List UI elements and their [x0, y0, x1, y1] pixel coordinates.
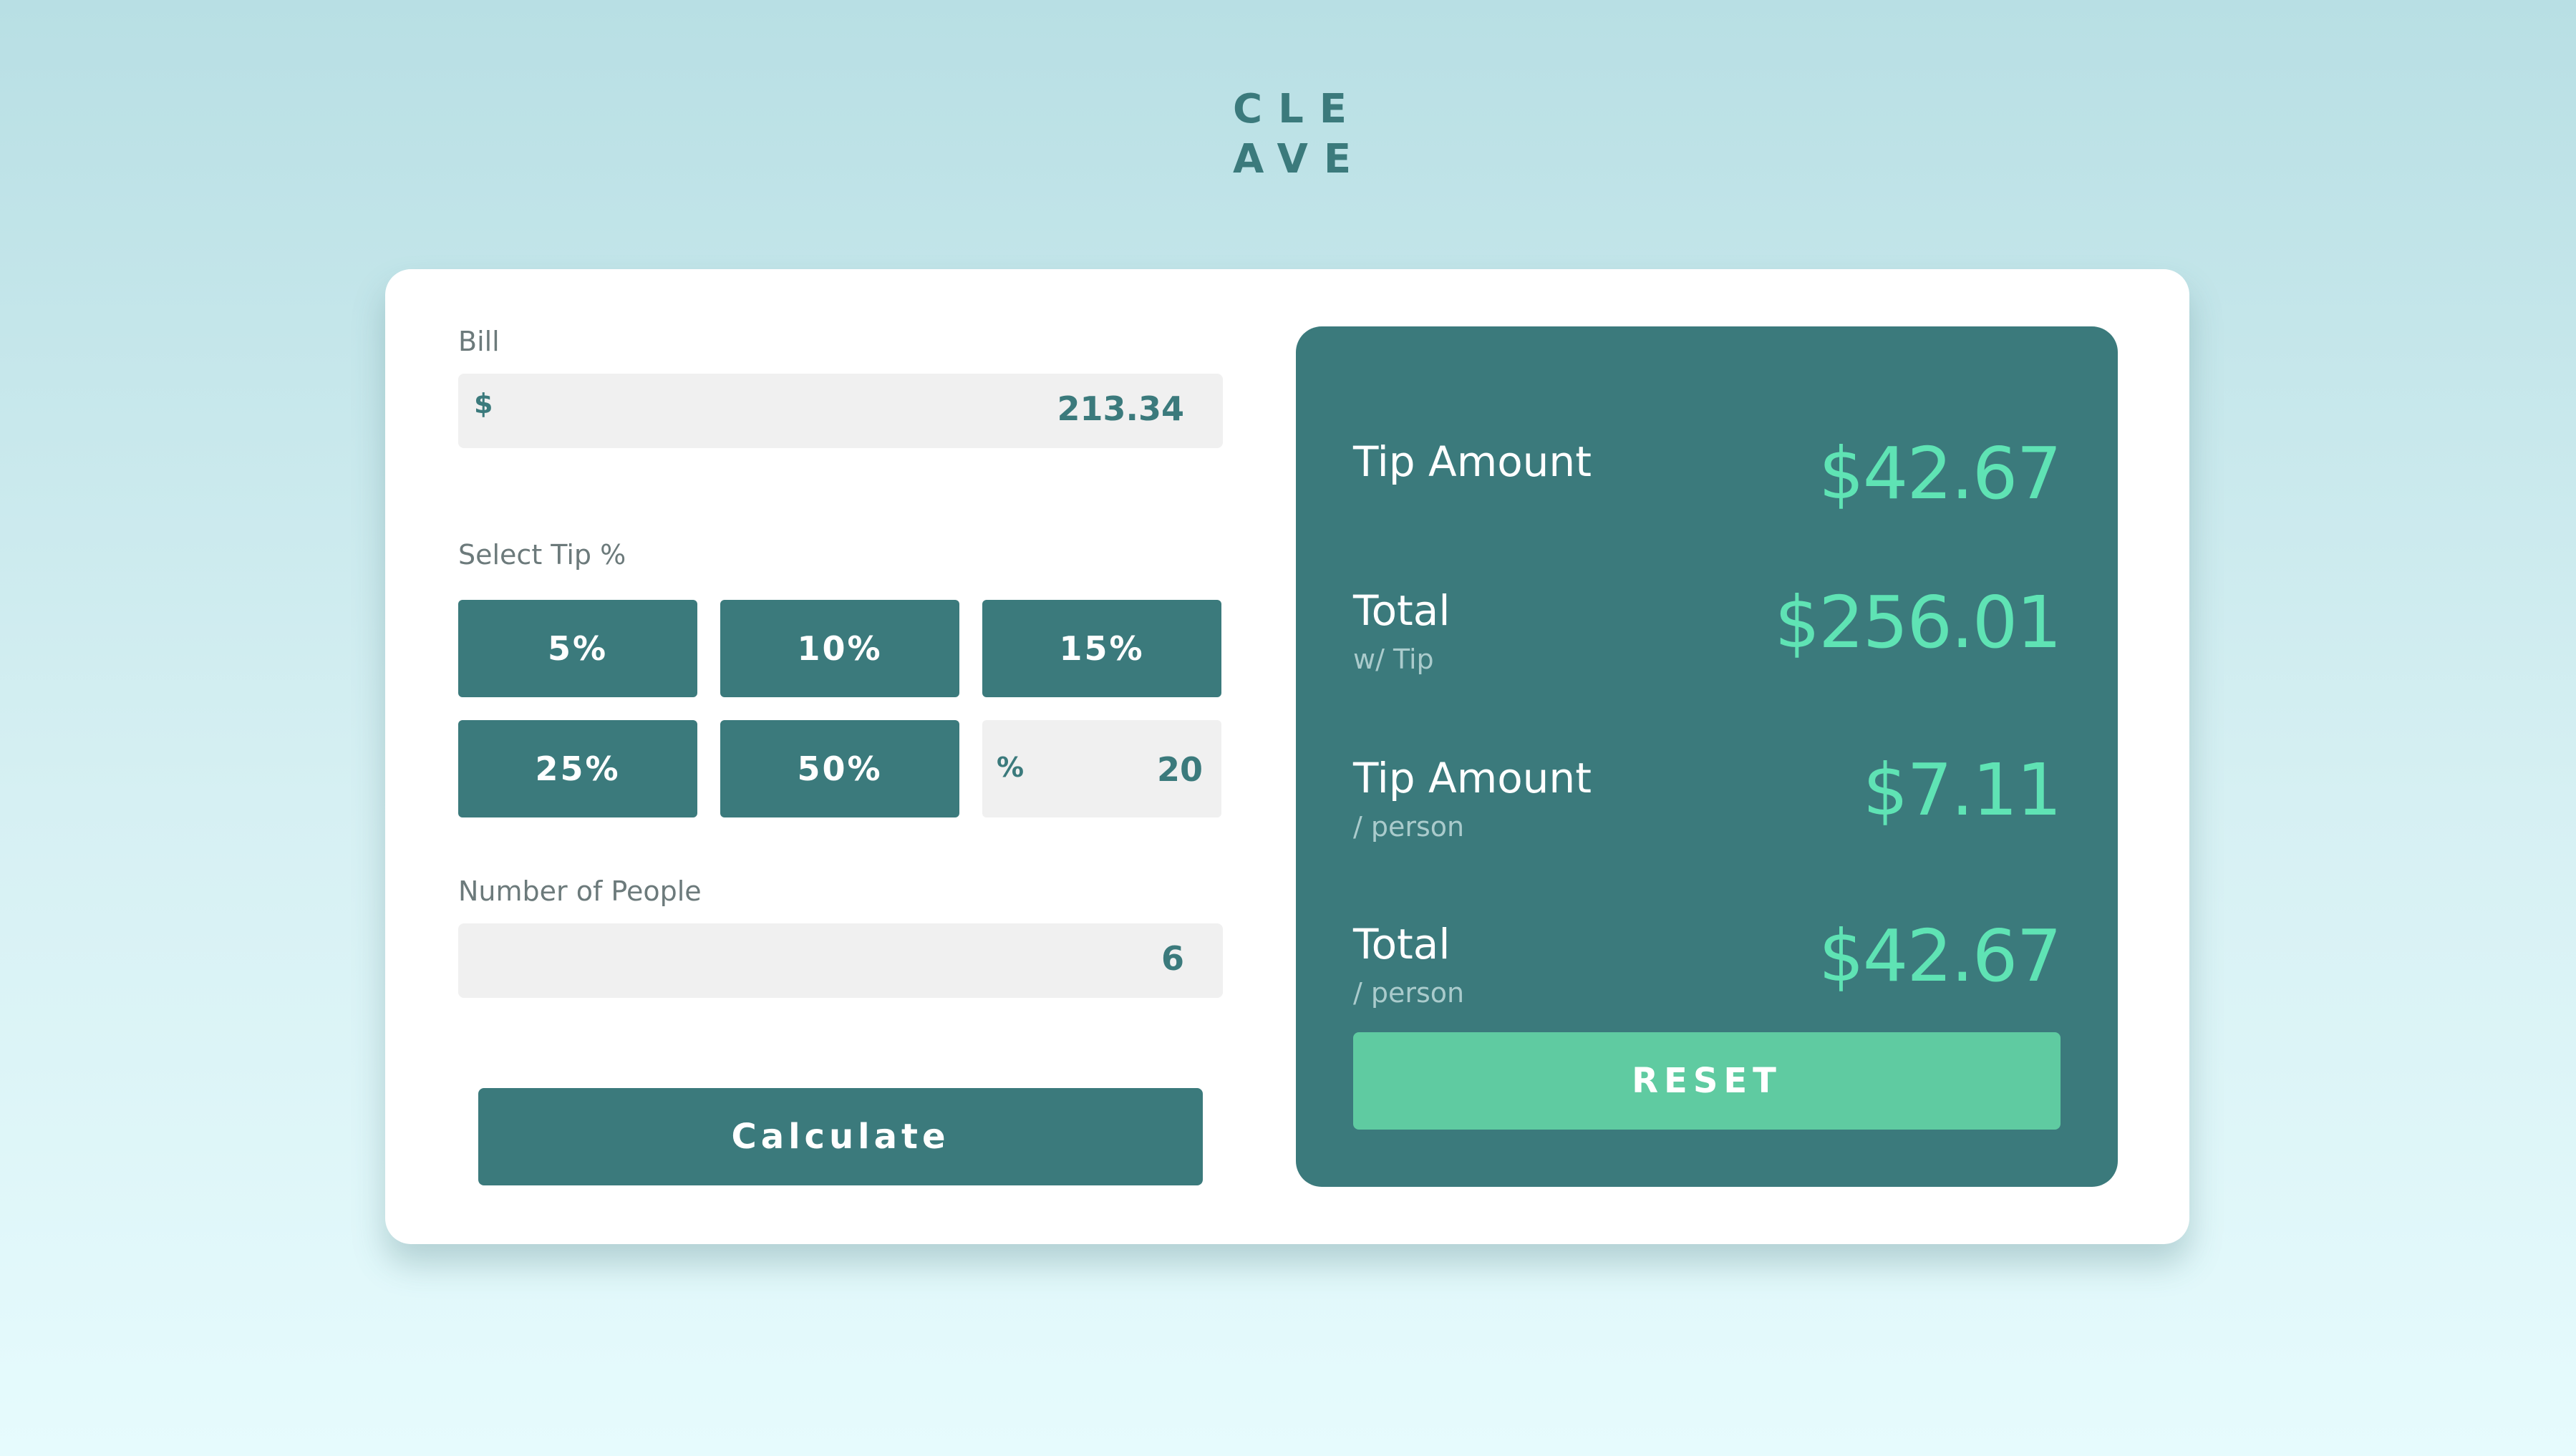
tip-amount-title: Tip Amount	[1353, 437, 1592, 486]
logo-line-2: AVE	[1233, 136, 1367, 183]
tip-per-person-subtitle: / person	[1353, 811, 1465, 843]
dollar-icon: $	[474, 388, 493, 419]
logo: CLE AVE	[1217, 84, 1360, 185]
tip-5-button[interactable]: 5%	[458, 600, 697, 697]
custom-tip-value: 20	[1156, 750, 1203, 789]
total-with-tip-title: Total	[1353, 586, 1451, 635]
people-label: Number of People	[458, 875, 702, 907]
tip-25-button[interactable]: 25%	[458, 720, 697, 817]
tip-10-button[interactable]: 10%	[720, 600, 959, 697]
people-input[interactable]: 6	[458, 923, 1223, 998]
total-with-tip-subtitle: w/ Tip	[1353, 644, 1434, 675]
tip-label: Select Tip %	[458, 539, 626, 571]
total-per-person-title: Total	[1353, 920, 1451, 969]
total-per-person-value: $42.67	[1819, 914, 2062, 998]
tip-per-person-value: $7.11	[1862, 748, 2062, 832]
calculator-card: Bill $ 213.34 Select Tip % 5% 10% 15% 25…	[385, 269, 2189, 1244]
total-per-person-subtitle: / person	[1353, 977, 1465, 1009]
reset-button[interactable]: RESET	[1353, 1032, 2061, 1130]
logo-line-1: CLE	[1233, 86, 1363, 132]
results-panel: Tip Amount $42.67 Total w/ Tip $256.01 T…	[1296, 326, 2118, 1187]
bill-input[interactable]: $ 213.34	[458, 374, 1223, 448]
people-value: 6	[1161, 939, 1184, 978]
bill-value: 213.34	[1057, 389, 1184, 428]
calculate-button[interactable]: Calculate	[478, 1088, 1203, 1185]
percent-icon: %	[997, 752, 1025, 783]
bill-label: Bill	[458, 326, 500, 357]
tip-15-button[interactable]: 15%	[982, 600, 1221, 697]
total-with-tip-value: $256.01	[1774, 581, 2062, 664]
tip-50-button[interactable]: 50%	[720, 720, 959, 817]
tip-amount-value: $42.67	[1819, 432, 2062, 515]
custom-tip-input[interactable]: % 20	[982, 720, 1221, 817]
tip-per-person-title: Tip Amount	[1353, 754, 1592, 802]
